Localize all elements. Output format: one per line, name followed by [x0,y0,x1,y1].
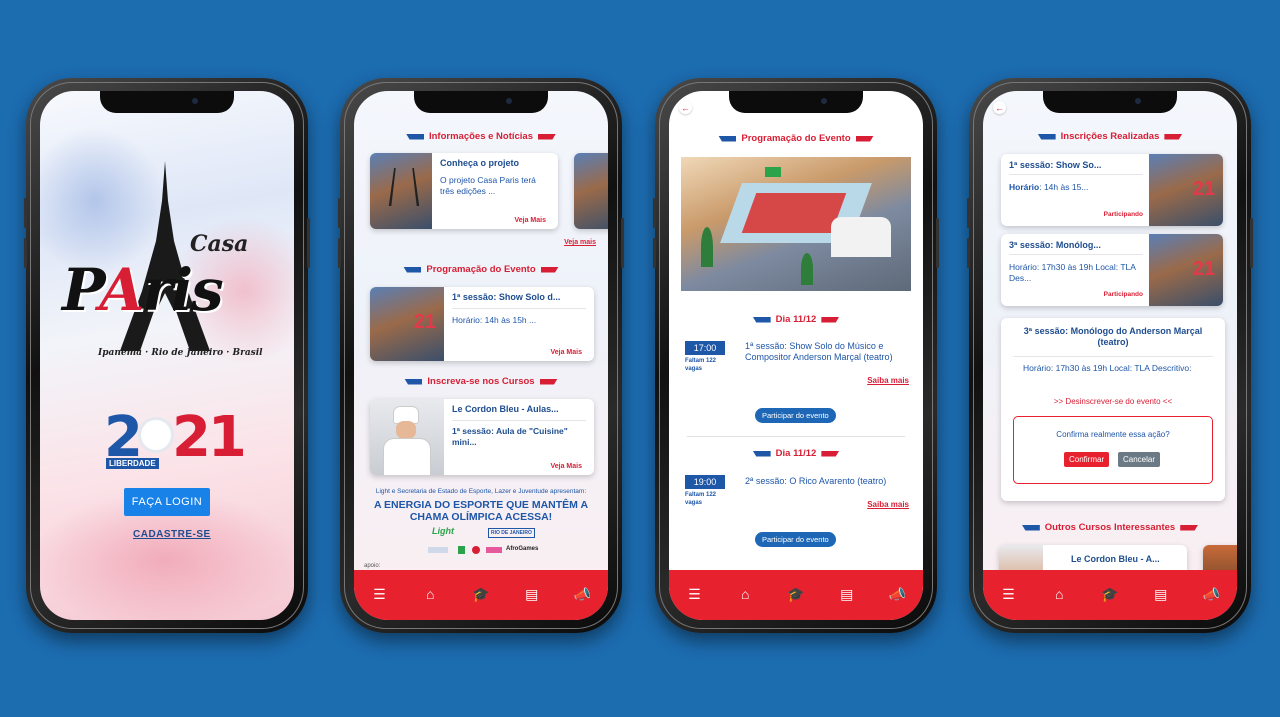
confirm-dialog: Confirma realmente essa ação? Confirmar … [1013,416,1213,484]
event-2-time: 19:00 [685,475,725,489]
back-arrow-icon[interactable]: ← [993,101,1006,114]
logo-place: Ipanema · Rio de Janeiro · Brasil [98,348,263,358]
registrations-screen: ← Inscrições Realizadas 1ª sessão: Show … [983,91,1237,620]
gov-logo: RIO DE JANEIRO [488,528,535,538]
news-card-next[interactable] [574,153,608,229]
registration-card-2[interactable]: 3ª sessão: Monólog... Horário: 17h30 às … [1001,234,1223,306]
home-screen: Informações e Notícias Conheça o projeto… [354,91,608,620]
day-1-header: Dia 11/12 [669,314,923,325]
phone-program: ← Programação do Evento Dia 11/12 17:00 … [653,78,939,633]
graduation-cap-icon[interactable]: 🎓 [784,586,808,603]
registration-card-1[interactable]: 1ª sessão: Show So... Horário: 14h às 15… [1001,154,1223,226]
book-icon[interactable]: ▤ [1149,586,1173,603]
apoio-label: apoio: [364,563,381,569]
notch [100,91,234,113]
phone-home: Informações e Notícias Conheça o projeto… [338,78,624,633]
news-card[interactable]: Conheça o projeto O projeto Casa Paris t… [370,153,558,229]
sponsor-headline: A ENERGIA DO ESPORTE QUE MANTÊM A CHAMA … [373,499,589,523]
logo-casa: Casa [190,231,249,257]
megaphone-icon[interactable]: 📣 [886,586,910,603]
program-screen: ← Programação do Evento Dia 11/12 17:00 … [669,91,923,620]
day-2-header: Dia 11/12 [669,448,923,459]
registration-detail-card: 3ª sessão: Monólogo do Anderson Marçal (… [1001,318,1225,501]
splash-screen: Casa PAris Ipanema · Rio de Janeiro · Br… [40,91,294,620]
status-badge: Participando [1103,291,1143,298]
other-courses-header: Outros Cursos Interessantes [983,522,1237,533]
phone-splash: Casa PAris Ipanema · Rio de Janeiro · Br… [24,78,310,633]
course-card-more-link[interactable]: Veja Mais [550,463,582,470]
program-header: Programação do Evento [669,133,923,144]
event-2-participate-button[interactable]: Participar do evento [755,532,836,547]
sponsor-logo-green [458,546,465,554]
event-1-participate-button[interactable]: Participar do evento [755,408,836,423]
sponsor-logo-red [472,546,480,554]
bottom-tab-bar: ☰ ⌂ 🎓 ▤ 📣 [669,570,923,620]
event-1-more-link[interactable]: Saiba mais [867,376,909,385]
menu-icon[interactable]: ☰ [996,586,1020,603]
megaphone-icon[interactable]: 📣 [1200,586,1224,603]
sponsor-line: Light e Secretaria de Estado de Esporte,… [375,488,587,495]
sponsor-logo-small [428,547,448,553]
graduation-cap-icon[interactable]: 🎓 [469,586,493,603]
home-icon[interactable]: ⌂ [418,586,442,602]
bottom-tab-bar: ☰ ⌂ 🎓 ▤ 📣 [983,570,1237,620]
confirm-button[interactable]: Confirmar [1064,452,1110,467]
logo-liberdade: LIBERDADE [106,458,159,469]
event-1-title: 1ª sessão: Show Solo do Músico e Composi… [745,341,893,362]
book-icon[interactable]: ▤ [520,586,544,603]
bottom-tab-bar: ☰ ⌂ 🎓 ▤ 📣 [354,570,608,620]
sponsor-logo-pink [486,547,502,553]
news-see-more-link[interactable]: Veja mais [564,239,596,246]
event-2-more-link[interactable]: Saiba mais [867,500,909,509]
confirm-question: Confirma realmente essa ação? [1056,430,1170,439]
home-icon[interactable]: ⌂ [733,586,757,602]
program-card-more-link[interactable]: Veja Mais [550,349,582,356]
news-section-header: Informações e Notícias [354,131,608,142]
courses-section-header: Inscreva-se nos Cursos [354,376,608,387]
program-card[interactable]: 21 1ª sessão: Show Solo d... Horário: 14… [370,287,594,361]
graduation-cap-icon[interactable]: 🎓 [1098,586,1122,603]
unsubscribe-link[interactable]: >> Desinscrever-se do evento << [1001,397,1225,406]
logo-paris: PAris [62,256,224,324]
phone-registrations: ← Inscrições Realizadas 1ª sessão: Show … [967,78,1253,633]
event-2-remaining: Faltam 122 vagas [685,492,717,506]
book-icon[interactable]: ▤ [835,586,859,603]
login-button[interactable]: FAÇA LOGIN [124,488,210,516]
cancel-button[interactable]: Cancelar [1118,452,1161,467]
event-1-time: 17:00 [685,341,725,355]
program-section-header: Programação do Evento [354,264,608,275]
megaphone-icon[interactable]: 📣 [571,586,595,603]
event-2-title: 2ª sessão: O Rico Avarento (teatro) [745,476,887,486]
home-icon[interactable]: ⌂ [1047,586,1071,602]
event-1-remaining: Faltam 122 vagas [685,358,717,372]
status-badge: Participando [1103,211,1143,218]
venue-rendering [681,157,911,291]
signup-link[interactable]: CADASTRE-SE [133,529,211,540]
afro-logo: AfroGames [506,546,539,552]
registrations-header: Inscrições Realizadas [983,131,1237,142]
news-card-more-link[interactable]: Veja Mais [514,217,546,224]
back-arrow-icon[interactable]: ← [679,101,692,114]
light-logo: Light [432,526,454,536]
course-card[interactable]: Le Cordon Bleu - Aulas... 1ª sessão: Aul… [370,399,594,475]
menu-icon[interactable]: ☰ [367,586,391,603]
menu-icon[interactable]: ☰ [682,586,706,603]
